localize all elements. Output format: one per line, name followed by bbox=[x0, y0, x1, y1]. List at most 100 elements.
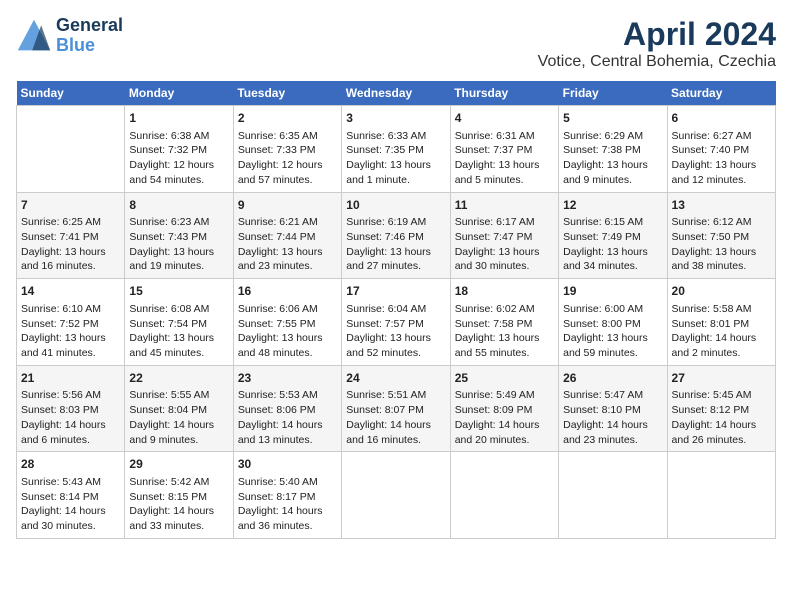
day-number: 16 bbox=[238, 283, 337, 300]
calendar-cell: 25Sunrise: 5:49 AMSunset: 8:09 PMDayligh… bbox=[450, 365, 558, 452]
calendar-cell: 28Sunrise: 5:43 AMSunset: 8:14 PMDayligh… bbox=[17, 452, 125, 539]
cell-info-line: Sunrise: 5:42 AM bbox=[129, 475, 228, 490]
cell-info-line: Sunrise: 5:47 AM bbox=[563, 388, 662, 403]
week-row: 14 Sunrise: 6:10 AMSunset: 7:52 PM Dayligh… bbox=[17, 279, 776, 366]
cell-info-line: Sunset: 7:52 PM bbox=[21, 317, 120, 332]
day-header-wednesday: Wednesday bbox=[342, 81, 450, 106]
day-number: 12 bbox=[563, 197, 662, 214]
cell-info-line: Sunset: 7:44 PM bbox=[238, 230, 337, 245]
cell-info-line: Sunrise: 6:17 AM bbox=[455, 215, 554, 230]
day-number: 10 bbox=[346, 197, 445, 214]
day-number: 23 bbox=[238, 370, 337, 387]
calendar-cell: 4Sunrise: 6:31 AMSunset: 7:37 PMDaylight… bbox=[450, 106, 558, 193]
cell-info-line: Sunset: 8:03 PM bbox=[21, 403, 120, 418]
cell-info-line: Daylight: 14 hours bbox=[563, 418, 662, 433]
cell-info-line: Sunset: 8:04 PM bbox=[129, 403, 228, 418]
cell-info-line: and 23 minutes. bbox=[238, 259, 337, 274]
cell-info-line: Daylight: 13 hours bbox=[238, 245, 337, 260]
cell-info-line: Daylight: 14 hours bbox=[129, 504, 228, 519]
cell-info-line: Sunset: 7:38 PM bbox=[563, 143, 662, 158]
cell-info-line: Sunset: 7:57 PM bbox=[346, 317, 445, 332]
cell-info-line: Sunset: 7:50 PM bbox=[672, 230, 771, 245]
calendar-cell: 16 Sunrise: 6:06 AMSunset: 7:55 PMDayligh… bbox=[233, 279, 341, 366]
calendar-cell: 8Sunrise: 6:23 AMSunset: 7:43 PMDaylight… bbox=[125, 192, 233, 279]
calendar-subtitle: Votice, Central Bohemia, Czechia bbox=[538, 53, 776, 71]
calendar-cell: 11Sunrise: 6:17 AMSunset: 7:47 PMDayligh… bbox=[450, 192, 558, 279]
calendar-cell: 12Sunrise: 6:15 AMSunset: 7:49 PMDayligh… bbox=[559, 192, 667, 279]
calendar-header: SundayMondayTuesdayWednesdayThursdayFrid… bbox=[17, 81, 776, 106]
day-number: 14 bbox=[21, 283, 120, 300]
cell-info-line: Sunset: 7:54 PM bbox=[129, 317, 228, 332]
day-number: 8 bbox=[129, 197, 228, 214]
cell-info-line: and 2 minutes. bbox=[672, 346, 771, 361]
cell-info-line: Sunset: 8:12 PM bbox=[672, 403, 771, 418]
cell-info-line: Daylight: 14 hours bbox=[455, 418, 554, 433]
cell-info-line: and 16 minutes. bbox=[21, 259, 120, 274]
cell-info-line: Daylight: 14 hours bbox=[129, 418, 228, 433]
calendar-cell: 29Sunrise: 5:42 AMSunset: 8:15 PMDayligh… bbox=[125, 452, 233, 539]
day-number: 24 bbox=[346, 370, 445, 387]
cell-info-line: Sunrise: 6:19 AM bbox=[346, 215, 445, 230]
cell-info-line: Daylight: 14 hours bbox=[238, 504, 337, 519]
week-row: 21Sunrise: 5:56 AMSunset: 8:03 PMDayligh… bbox=[17, 365, 776, 452]
calendar-cell: 27Sunrise: 5:45 AMSunset: 8:12 PMDayligh… bbox=[667, 365, 775, 452]
cell-info-line: Daylight: 14 hours bbox=[21, 504, 120, 519]
cell-info-line: Sunset: 7:58 PM bbox=[455, 317, 554, 332]
cell-info-line: Sunrise: 6:10 AM bbox=[21, 302, 120, 317]
week-row: 7Sunrise: 6:25 AMSunset: 7:41 PMDaylight… bbox=[17, 192, 776, 279]
calendar-cell: 17Sunrise: 6:04 AMSunset: 7:57 PMDayligh… bbox=[342, 279, 450, 366]
cell-info-line: Daylight: 13 hours bbox=[346, 331, 445, 346]
cell-info-line: Sunrise: 5:56 AM bbox=[21, 388, 120, 403]
day-header-thursday: Thursday bbox=[450, 81, 558, 106]
cell-info-line: Sunrise: 5:40 AM bbox=[238, 475, 337, 490]
calendar-cell: 10Sunrise: 6:19 AMSunset: 7:46 PMDayligh… bbox=[342, 192, 450, 279]
page-header: General Blue April 2024 Votice, Central … bbox=[16, 16, 776, 71]
week-row: 1Sunrise: 6:38 AMSunset: 7:32 PMDaylight… bbox=[17, 106, 776, 193]
cell-info-line: Daylight: 13 hours bbox=[346, 158, 445, 173]
cell-info-line: Sunrise: 5:55 AM bbox=[129, 388, 228, 403]
title-block: April 2024 Votice, Central Bohemia, Czec… bbox=[538, 16, 776, 71]
cell-info-line: Sunset: 7:55 PM bbox=[238, 317, 337, 332]
week-row: 28Sunrise: 5:43 AMSunset: 8:14 PMDayligh… bbox=[17, 452, 776, 539]
calendar-cell bbox=[559, 452, 667, 539]
cell-info-line: and 48 minutes. bbox=[238, 346, 337, 361]
cell-info-line: Sunrise: 5:43 AM bbox=[21, 475, 120, 490]
day-number: 11 bbox=[455, 197, 554, 214]
day-number: 22 bbox=[129, 370, 228, 387]
cell-info-line: and 38 minutes. bbox=[672, 259, 771, 274]
calendar-cell: 15Sunrise: 6:08 AMSunset: 7:54 PMDayligh… bbox=[125, 279, 233, 366]
cell-info-line: Daylight: 13 hours bbox=[563, 331, 662, 346]
cell-info-line: Sunrise: 6:35 AM bbox=[238, 129, 337, 144]
cell-info-line: Daylight: 13 hours bbox=[238, 331, 337, 346]
calendar-cell: 24Sunrise: 5:51 AMSunset: 8:07 PMDayligh… bbox=[342, 365, 450, 452]
calendar-title: April 2024 bbox=[538, 16, 776, 53]
cell-info-line: Sunrise: 6:23 AM bbox=[129, 215, 228, 230]
day-header-sunday: Sunday bbox=[17, 81, 125, 106]
cell-info-line: Sunrise: 6:06 AM bbox=[238, 302, 337, 317]
cell-info-line: Sunrise: 6:08 AM bbox=[129, 302, 228, 317]
day-number: 9 bbox=[238, 197, 337, 214]
cell-info-line: and 20 minutes. bbox=[455, 433, 554, 448]
cell-info-line: Sunrise: 6:21 AM bbox=[238, 215, 337, 230]
cell-info-line: Daylight: 13 hours bbox=[346, 245, 445, 260]
cell-info-line: and 30 minutes. bbox=[21, 519, 120, 534]
day-number: 30 bbox=[238, 456, 337, 473]
cell-info-line: Daylight: 13 hours bbox=[455, 331, 554, 346]
calendar-cell: 2Sunrise: 6:35 AMSunset: 7:33 PMDaylight… bbox=[233, 106, 341, 193]
cell-info-line: Sunrise: 6:25 AM bbox=[21, 215, 120, 230]
cell-info-line: Sunset: 8:09 PM bbox=[455, 403, 554, 418]
logo-icon bbox=[16, 18, 52, 54]
day-number: 7 bbox=[21, 197, 120, 214]
cell-info-line: and 30 minutes. bbox=[455, 259, 554, 274]
calendar-cell: 18Sunrise: 6:02 AMSunset: 7:58 PMDayligh… bbox=[450, 279, 558, 366]
cell-info-line: and 34 minutes. bbox=[563, 259, 662, 274]
cell-info-line: Sunset: 7:32 PM bbox=[129, 143, 228, 158]
cell-info-line: and 54 minutes. bbox=[129, 173, 228, 188]
cell-info-line: Daylight: 14 hours bbox=[21, 418, 120, 433]
day-number: 26 bbox=[563, 370, 662, 387]
day-header-friday: Friday bbox=[559, 81, 667, 106]
cell-info-line: Sunrise: 6:31 AM bbox=[455, 129, 554, 144]
cell-info-line: Daylight: 14 hours bbox=[672, 418, 771, 433]
day-number: 20 bbox=[672, 283, 771, 300]
calendar-cell: 9Sunrise: 6:21 AMSunset: 7:44 PMDaylight… bbox=[233, 192, 341, 279]
